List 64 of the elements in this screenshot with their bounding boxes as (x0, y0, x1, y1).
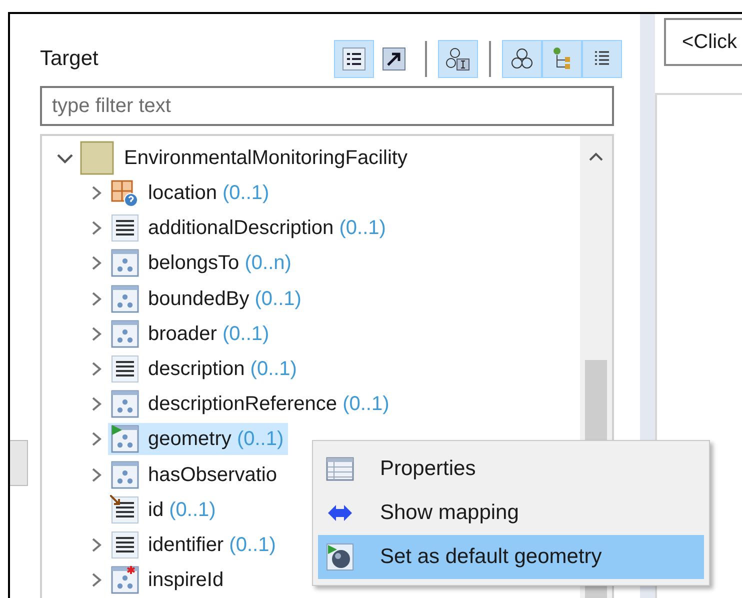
chevron-right-icon[interactable] (90, 184, 104, 202)
grid-question-icon (110, 178, 140, 208)
tree-item-label: belongsTo (0..n) (148, 251, 292, 276)
tree-item-label: hasObservatio (148, 462, 277, 488)
tree-item[interactable]: geometry (0..1) (108, 423, 288, 456)
group-icon (110, 460, 140, 490)
tree-item[interactable]: identifier (0..1) (108, 529, 280, 562)
toolbar-button[interactable] (582, 40, 622, 78)
text-lines-icon (110, 354, 140, 384)
chevron-right-icon[interactable] (90, 290, 104, 308)
tree-item[interactable]: id (0..1) (108, 494, 220, 526)
chevron-right-icon[interactable] (90, 536, 104, 554)
sphere-flag-icon (326, 543, 354, 571)
tree-item[interactable]: descriptionReference (0..1) (108, 388, 394, 420)
menu-item[interactable]: Show mapping (318, 491, 704, 535)
tree-item-label: description (0..1) (148, 357, 297, 382)
tree-item[interactable]: inspireId (108, 564, 228, 596)
text-lines-icon (110, 213, 140, 244)
chevron-right-icon[interactable] (90, 395, 104, 414)
group-icon (110, 284, 140, 314)
table-icon (326, 455, 354, 483)
tree-item-label: descriptionReference (0..1) (148, 392, 390, 418)
tree-item[interactable]: broader (0..1) (108, 318, 274, 350)
chevron-right-icon[interactable] (90, 324, 104, 343)
chevron-right-icon[interactable] (90, 430, 104, 448)
group-icon (110, 318, 140, 349)
chevron-right-icon[interactable] (90, 571, 104, 590)
tree-item-label: boundedBy (0..1) (148, 286, 302, 312)
outline-list-icon (341, 46, 367, 72)
chevron-right-icon[interactable] (90, 219, 104, 238)
chevron-right-icon[interactable] (90, 254, 104, 272)
tree-item[interactable]: additionalDescription (0..1) (108, 212, 390, 244)
tree-item[interactable]: hasObservatio (108, 458, 281, 491)
toolbar-button[interactable] (438, 40, 478, 78)
chevron-right-icon[interactable] (90, 466, 104, 484)
group-icon (110, 389, 140, 420)
tree-item[interactable]: description (0..1) (108, 353, 301, 386)
tree-item-label: location (0..1) (148, 180, 270, 206)
id-lines-icon (110, 494, 140, 525)
tree-row[interactable]: EnvironmentalMonitoringFacility (42, 140, 580, 176)
menu-item[interactable]: Properties (318, 447, 704, 491)
group-asterisk-icon (110, 565, 140, 596)
text-lines-icon (110, 530, 140, 560)
chevron-right-icon[interactable] (90, 360, 104, 378)
panel-title: Target (40, 46, 100, 72)
tree-item[interactable]: belongsTo (0..n) (108, 247, 296, 280)
tree-item-label: id (0..1) (148, 498, 216, 523)
tree-item-label: inspireId (148, 568, 224, 594)
group-icon (110, 248, 140, 278)
group-flag-icon (110, 424, 140, 454)
filter-field[interactable]: type filter text (40, 86, 614, 126)
toolbar-button[interactable] (334, 40, 374, 78)
click-field[interactable]: <Click (664, 18, 742, 66)
tree-item-label: identifier (0..1) (148, 533, 276, 558)
tree-item-label: geometry (0..1) (148, 427, 284, 452)
tree-item-label: additionalDescription (0..1) (148, 216, 386, 242)
tree-item[interactable]: boundedBy (0..1) (108, 282, 306, 315)
class-icon (80, 140, 114, 175)
circles-text-icon (445, 46, 471, 72)
tree-item-label: EnvironmentalMonitoringFacility (124, 146, 408, 171)
tree-item-label: broader (0..1) (148, 322, 270, 347)
menu-item[interactable]: Set as default geometry (318, 535, 704, 579)
tree-item[interactable]: location (0..1) (108, 176, 274, 209)
toolbar-button[interactable] (502, 40, 542, 78)
